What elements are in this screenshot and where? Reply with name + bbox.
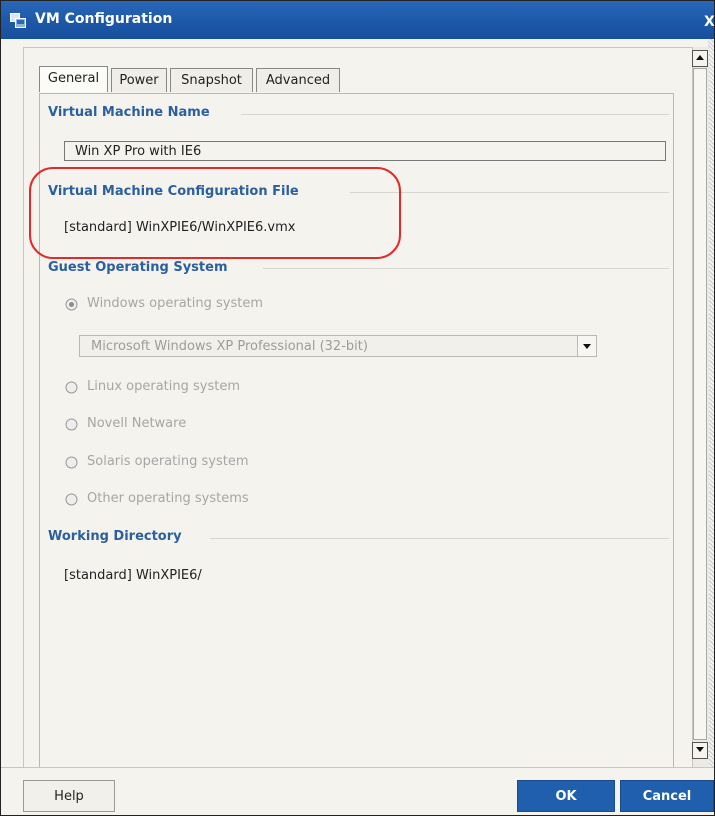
config-file-path: [standard] WinXPIE6/WinXPIE6.vmx bbox=[64, 220, 296, 235]
tab-snapshot[interactable]: Snapshot bbox=[170, 68, 253, 92]
tab-general[interactable]: General bbox=[39, 66, 108, 92]
scroll-down-button[interactable] bbox=[692, 742, 708, 759]
tab-advanced[interactable]: Advanced bbox=[256, 68, 340, 92]
radio-label: Windows operating system bbox=[87, 296, 264, 311]
arrow-up-icon bbox=[696, 55, 704, 60]
scroll-up-button[interactable] bbox=[692, 50, 708, 67]
title-bar[interactable]: VM Configuration X bbox=[1, 1, 714, 39]
radio-label: Solaris operating system bbox=[87, 454, 249, 469]
window-title: VM Configuration bbox=[35, 11, 173, 27]
chevron-down-icon[interactable] bbox=[577, 336, 596, 356]
divider bbox=[210, 538, 669, 539]
help-button[interactable]: Help bbox=[23, 780, 115, 812]
radio-label: Linux operating system bbox=[87, 379, 241, 394]
vm-config-icon bbox=[10, 13, 26, 28]
dialog-footer: Help OK Cancel bbox=[1, 767, 714, 815]
divider bbox=[350, 192, 669, 193]
vm-name-input[interactable] bbox=[64, 141, 666, 161]
tab-power[interactable]: Power bbox=[111, 68, 167, 92]
ok-button[interactable]: OK bbox=[517, 780, 615, 812]
arrow-down-icon bbox=[696, 747, 704, 752]
vm-configuration-dialog: VM Configuration X General Power Snapsho… bbox=[0, 0, 715, 816]
section-heading-guest-os: Guest Operating System bbox=[48, 260, 228, 275]
divider bbox=[263, 268, 669, 269]
radio-label: Novell Netware bbox=[87, 416, 187, 431]
cancel-button[interactable]: Cancel bbox=[620, 780, 714, 812]
close-icon[interactable]: X bbox=[704, 14, 714, 30]
section-heading-config-file: Virtual Machine Configuration File bbox=[48, 184, 299, 199]
radio-unselected-icon bbox=[65, 456, 78, 469]
radio-unselected-icon bbox=[65, 381, 78, 394]
radio-selected-icon bbox=[65, 298, 78, 311]
radio-unselected-icon bbox=[65, 493, 78, 506]
select-value: Microsoft Windows XP Professional (32-bi… bbox=[91, 339, 368, 354]
radio-label: Other operating systems bbox=[87, 491, 249, 506]
os-version-select[interactable]: Microsoft Windows XP Professional (32-bi… bbox=[79, 335, 597, 357]
section-heading-vm-name: Virtual Machine Name bbox=[48, 105, 210, 120]
working-directory-path: [standard] WinXPIE6/ bbox=[64, 568, 202, 583]
section-heading-working-directory: Working Directory bbox=[48, 529, 182, 544]
scrollbar-thumb[interactable] bbox=[693, 68, 707, 740]
divider bbox=[241, 114, 669, 115]
radio-unselected-icon bbox=[65, 418, 78, 431]
